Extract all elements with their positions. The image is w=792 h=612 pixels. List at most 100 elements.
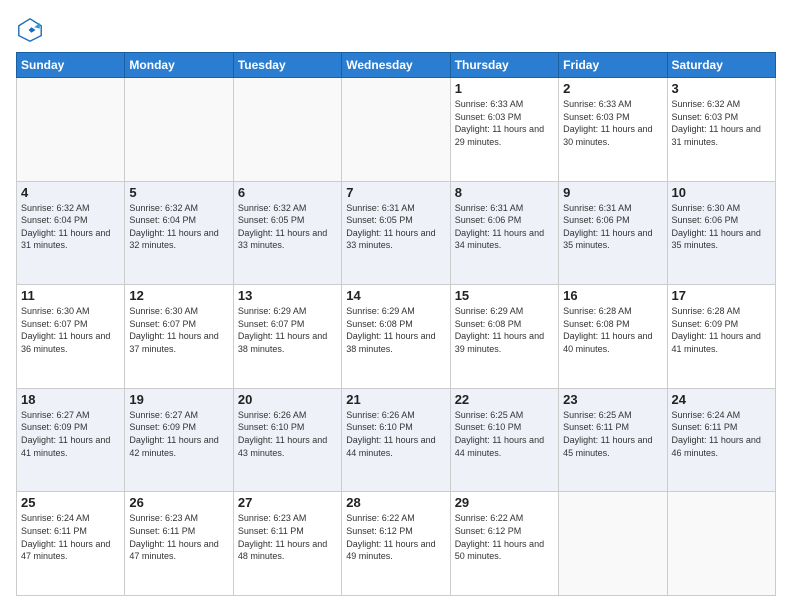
weekday-header-wednesday: Wednesday (342, 53, 450, 78)
calendar-cell: 14 Sunrise: 6:29 AM Sunset: 6:08 PM Dayli… (342, 285, 450, 389)
calendar-cell (667, 492, 775, 596)
day-number: 4 (21, 185, 120, 200)
day-info: Sunrise: 6:22 AM Sunset: 6:12 PM Dayligh… (346, 512, 445, 562)
day-number: 20 (238, 392, 337, 407)
day-info: Sunrise: 6:30 AM Sunset: 6:07 PM Dayligh… (21, 305, 120, 355)
day-info: Sunrise: 6:23 AM Sunset: 6:11 PM Dayligh… (129, 512, 228, 562)
day-info: Sunrise: 6:28 AM Sunset: 6:09 PM Dayligh… (672, 305, 771, 355)
day-info: Sunrise: 6:33 AM Sunset: 6:03 PM Dayligh… (455, 98, 554, 148)
day-info: Sunrise: 6:24 AM Sunset: 6:11 PM Dayligh… (672, 409, 771, 459)
day-info: Sunrise: 6:27 AM Sunset: 6:09 PM Dayligh… (129, 409, 228, 459)
weekday-header-saturday: Saturday (667, 53, 775, 78)
weekday-header-tuesday: Tuesday (233, 53, 341, 78)
day-number: 19 (129, 392, 228, 407)
calendar-cell: 8 Sunrise: 6:31 AM Sunset: 6:06 PM Daylig… (450, 181, 558, 285)
day-number: 9 (563, 185, 662, 200)
day-number: 26 (129, 495, 228, 510)
day-info: Sunrise: 6:26 AM Sunset: 6:10 PM Dayligh… (346, 409, 445, 459)
header (16, 16, 776, 44)
calendar-cell: 5 Sunrise: 6:32 AM Sunset: 6:04 PM Daylig… (125, 181, 233, 285)
day-info: Sunrise: 6:30 AM Sunset: 6:06 PM Dayligh… (672, 202, 771, 252)
calendar-cell: 22 Sunrise: 6:25 AM Sunset: 6:10 PM Dayli… (450, 388, 558, 492)
logo (16, 16, 48, 44)
calendar-cell: 27 Sunrise: 6:23 AM Sunset: 6:11 PM Dayli… (233, 492, 341, 596)
day-info: Sunrise: 6:28 AM Sunset: 6:08 PM Dayligh… (563, 305, 662, 355)
calendar-cell: 16 Sunrise: 6:28 AM Sunset: 6:08 PM Dayli… (559, 285, 667, 389)
day-info: Sunrise: 6:25 AM Sunset: 6:10 PM Dayligh… (455, 409, 554, 459)
day-number: 2 (563, 81, 662, 96)
day-info: Sunrise: 6:32 AM Sunset: 6:05 PM Dayligh… (238, 202, 337, 252)
calendar-cell: 25 Sunrise: 6:24 AM Sunset: 6:11 PM Dayli… (17, 492, 125, 596)
calendar-cell (342, 78, 450, 182)
calendar-cell: 13 Sunrise: 6:29 AM Sunset: 6:07 PM Dayli… (233, 285, 341, 389)
day-info: Sunrise: 6:22 AM Sunset: 6:12 PM Dayligh… (455, 512, 554, 562)
day-number: 11 (21, 288, 120, 303)
day-number: 28 (346, 495, 445, 510)
day-number: 8 (455, 185, 554, 200)
day-info: Sunrise: 6:30 AM Sunset: 6:07 PM Dayligh… (129, 305, 228, 355)
day-number: 1 (455, 81, 554, 96)
day-info: Sunrise: 6:27 AM Sunset: 6:09 PM Dayligh… (21, 409, 120, 459)
calendar-cell: 28 Sunrise: 6:22 AM Sunset: 6:12 PM Dayli… (342, 492, 450, 596)
day-info: Sunrise: 6:31 AM Sunset: 6:06 PM Dayligh… (563, 202, 662, 252)
day-number: 5 (129, 185, 228, 200)
day-number: 6 (238, 185, 337, 200)
calendar-cell: 4 Sunrise: 6:32 AM Sunset: 6:04 PM Daylig… (17, 181, 125, 285)
calendar-cell: 23 Sunrise: 6:25 AM Sunset: 6:11 PM Dayli… (559, 388, 667, 492)
day-number: 12 (129, 288, 228, 303)
day-number: 13 (238, 288, 337, 303)
calendar-table: SundayMondayTuesdayWednesdayThursdayFrid… (16, 52, 776, 596)
day-number: 7 (346, 185, 445, 200)
calendar-cell: 20 Sunrise: 6:26 AM Sunset: 6:10 PM Dayli… (233, 388, 341, 492)
day-number: 21 (346, 392, 445, 407)
calendar-cell (233, 78, 341, 182)
day-info: Sunrise: 6:33 AM Sunset: 6:03 PM Dayligh… (563, 98, 662, 148)
day-number: 10 (672, 185, 771, 200)
calendar-cell: 29 Sunrise: 6:22 AM Sunset: 6:12 PM Dayli… (450, 492, 558, 596)
weekday-header-sunday: Sunday (17, 53, 125, 78)
day-number: 15 (455, 288, 554, 303)
day-info: Sunrise: 6:32 AM Sunset: 6:04 PM Dayligh… (129, 202, 228, 252)
day-number: 16 (563, 288, 662, 303)
day-info: Sunrise: 6:24 AM Sunset: 6:11 PM Dayligh… (21, 512, 120, 562)
calendar-cell: 3 Sunrise: 6:32 AM Sunset: 6:03 PM Daylig… (667, 78, 775, 182)
calendar-cell: 21 Sunrise: 6:26 AM Sunset: 6:10 PM Dayli… (342, 388, 450, 492)
calendar-cell: 24 Sunrise: 6:24 AM Sunset: 6:11 PM Dayli… (667, 388, 775, 492)
day-number: 14 (346, 288, 445, 303)
calendar-cell: 12 Sunrise: 6:30 AM Sunset: 6:07 PM Dayli… (125, 285, 233, 389)
day-info: Sunrise: 6:31 AM Sunset: 6:05 PM Dayligh… (346, 202, 445, 252)
calendar-cell: 11 Sunrise: 6:30 AM Sunset: 6:07 PM Dayli… (17, 285, 125, 389)
day-number: 24 (672, 392, 771, 407)
weekday-header-friday: Friday (559, 53, 667, 78)
day-number: 27 (238, 495, 337, 510)
day-info: Sunrise: 6:32 AM Sunset: 6:03 PM Dayligh… (672, 98, 771, 148)
day-number: 17 (672, 288, 771, 303)
day-info: Sunrise: 6:25 AM Sunset: 6:11 PM Dayligh… (563, 409, 662, 459)
calendar-cell: 18 Sunrise: 6:27 AM Sunset: 6:09 PM Dayli… (17, 388, 125, 492)
weekday-header-monday: Monday (125, 53, 233, 78)
calendar-cell (17, 78, 125, 182)
calendar-cell: 2 Sunrise: 6:33 AM Sunset: 6:03 PM Daylig… (559, 78, 667, 182)
calendar-cell: 6 Sunrise: 6:32 AM Sunset: 6:05 PM Daylig… (233, 181, 341, 285)
day-number: 22 (455, 392, 554, 407)
day-info: Sunrise: 6:26 AM Sunset: 6:10 PM Dayligh… (238, 409, 337, 459)
day-info: Sunrise: 6:23 AM Sunset: 6:11 PM Dayligh… (238, 512, 337, 562)
day-number: 25 (21, 495, 120, 510)
day-info: Sunrise: 6:29 AM Sunset: 6:08 PM Dayligh… (455, 305, 554, 355)
calendar-cell: 15 Sunrise: 6:29 AM Sunset: 6:08 PM Dayli… (450, 285, 558, 389)
day-number: 23 (563, 392, 662, 407)
day-info: Sunrise: 6:31 AM Sunset: 6:06 PM Dayligh… (455, 202, 554, 252)
day-number: 29 (455, 495, 554, 510)
generalblue-logo-icon (16, 16, 44, 44)
day-number: 3 (672, 81, 771, 96)
weekday-header-thursday: Thursday (450, 53, 558, 78)
calendar-cell: 9 Sunrise: 6:31 AM Sunset: 6:06 PM Daylig… (559, 181, 667, 285)
calendar-cell: 7 Sunrise: 6:31 AM Sunset: 6:05 PM Daylig… (342, 181, 450, 285)
day-number: 18 (21, 392, 120, 407)
day-info: Sunrise: 6:32 AM Sunset: 6:04 PM Dayligh… (21, 202, 120, 252)
page: SundayMondayTuesdayWednesdayThursdayFrid… (0, 0, 792, 612)
day-info: Sunrise: 6:29 AM Sunset: 6:07 PM Dayligh… (238, 305, 337, 355)
day-info: Sunrise: 6:29 AM Sunset: 6:08 PM Dayligh… (346, 305, 445, 355)
calendar-cell: 26 Sunrise: 6:23 AM Sunset: 6:11 PM Dayli… (125, 492, 233, 596)
calendar-cell: 10 Sunrise: 6:30 AM Sunset: 6:06 PM Dayli… (667, 181, 775, 285)
